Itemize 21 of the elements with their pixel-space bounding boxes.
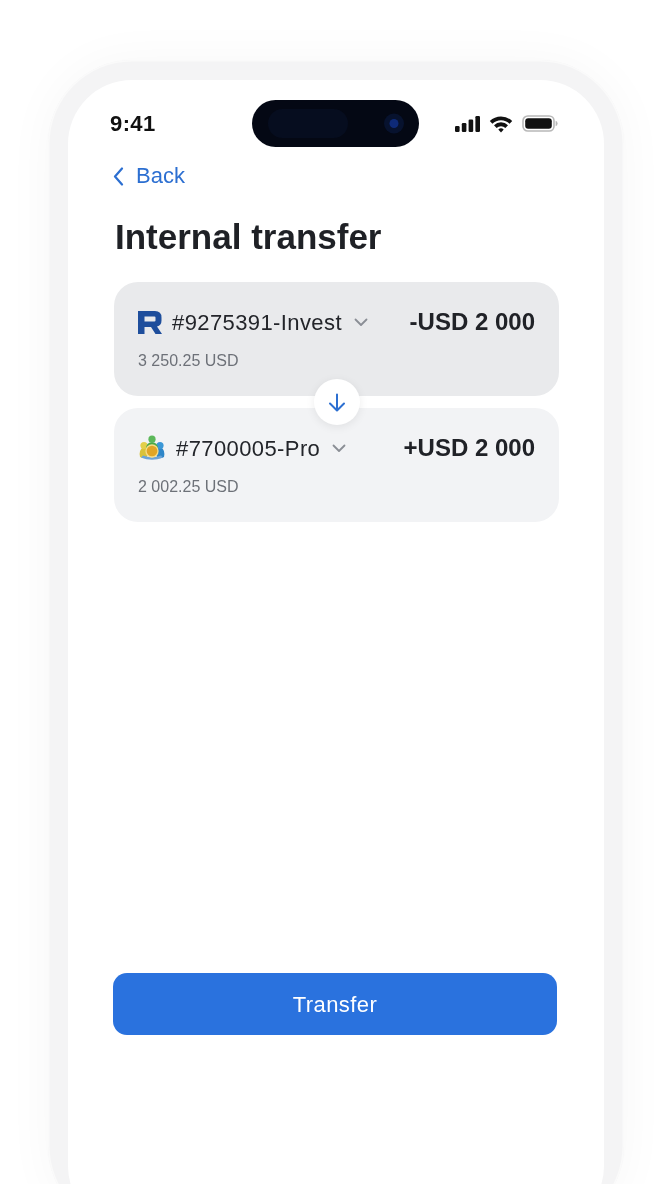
account-card[interactable]: #7700005-Pro +USD 2 000 2 002.25 USD xyxy=(114,408,559,522)
wifi-icon xyxy=(489,114,513,133)
account-selector[interactable]: #7700005-Pro xyxy=(176,431,347,465)
amount-text: +USD 2 000 xyxy=(403,433,535,463)
status-time: 9:41 xyxy=(110,110,157,138)
account-selector[interactable]: #9275391-Invest xyxy=(172,305,368,339)
balance-text: 3 250.25 USD xyxy=(138,351,240,371)
app-logo-icon xyxy=(138,435,166,461)
amount-text: -USD 2 000 xyxy=(409,307,535,337)
r-logo-icon xyxy=(138,310,162,334)
chevron-down-icon xyxy=(332,443,347,453)
transfer-button[interactable]: Transfer xyxy=(113,973,557,1035)
arrow-down-icon xyxy=(327,392,346,412)
chevron-left-icon xyxy=(113,166,124,186)
battery-icon xyxy=(522,115,558,132)
chevron-down-icon xyxy=(353,317,368,327)
signal-icon xyxy=(455,115,480,132)
page-title: Internal transfer xyxy=(115,216,383,258)
account-card[interactable]: #9275391-Invest -USD 2 000 3 250.25 USD xyxy=(114,282,559,396)
balance-text: 2 002.25 USD xyxy=(138,477,240,497)
back-link[interactable]: Back xyxy=(113,163,185,189)
